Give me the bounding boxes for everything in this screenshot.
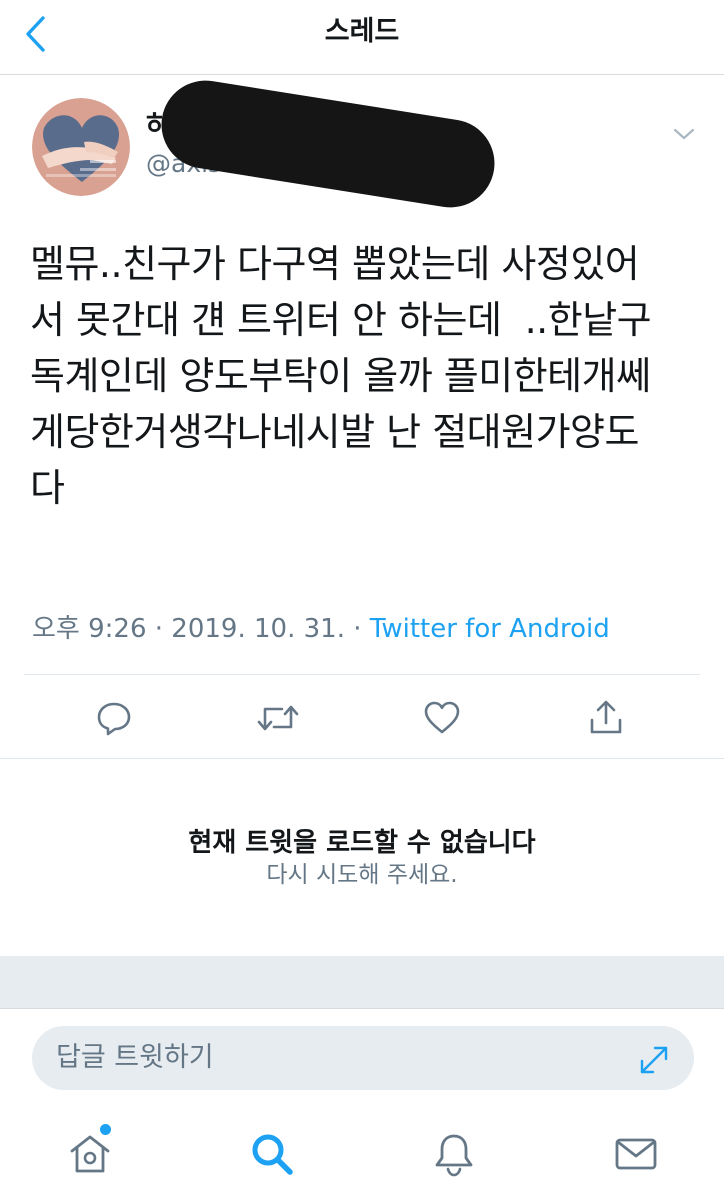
reply-placeholder: 답글 트윗하기 [56, 1042, 214, 1073]
tweet-source-link[interactable]: Twitter for Android [370, 614, 610, 644]
expand-button[interactable] [632, 1038, 676, 1082]
retweet-icon [257, 705, 299, 731]
mail-icon [615, 1138, 657, 1170]
notification-dot [100, 1124, 111, 1135]
tweet-meta: 오후 9:26 · 2019. 10. 31. · Twitter for An… [32, 612, 610, 646]
error-title: 현재 트윗을 로드할 수 없습니다 [188, 828, 536, 858]
avatar-image [32, 98, 130, 196]
reply-icon [97, 702, 131, 736]
like-icon [424, 701, 460, 734]
more-options-button[interactable] [664, 114, 704, 154]
share-button[interactable] [580, 692, 632, 744]
divider [0, 758, 724, 759]
meta-separator: · [353, 614, 362, 644]
bell-icon [435, 1134, 473, 1177]
nav-home[interactable] [62, 1126, 118, 1182]
tweet-date: 2019. 10. 31. [171, 614, 345, 644]
avatar[interactable] [32, 98, 130, 196]
error-subtitle: 다시 시도해 주세요. [266, 862, 458, 888]
page-title: 스레드 [324, 16, 400, 47]
tweet-text: 멜뮤..친구가 다구역 뽑았는데 사정있어 서 못간대 걘 트위터 안 하는데 … [30, 242, 652, 510]
search-icon [252, 1134, 293, 1175]
chevron-down-icon [673, 128, 695, 140]
section-separator [0, 956, 724, 1009]
redaction-mark [155, 74, 501, 214]
like-button[interactable] [416, 692, 468, 744]
divider [24, 674, 700, 675]
expand-icon [640, 1046, 668, 1074]
home-icon [70, 1135, 110, 1173]
tweet-time: 오후 9:26 [32, 614, 147, 644]
retweet-button[interactable] [252, 692, 304, 744]
reply-button[interactable] [88, 692, 140, 744]
nav-search[interactable] [244, 1126, 300, 1182]
nav-messages[interactable] [608, 1126, 664, 1182]
share-icon [590, 700, 622, 734]
meta-separator: · [154, 614, 164, 644]
nav-notifications[interactable] [426, 1126, 482, 1182]
